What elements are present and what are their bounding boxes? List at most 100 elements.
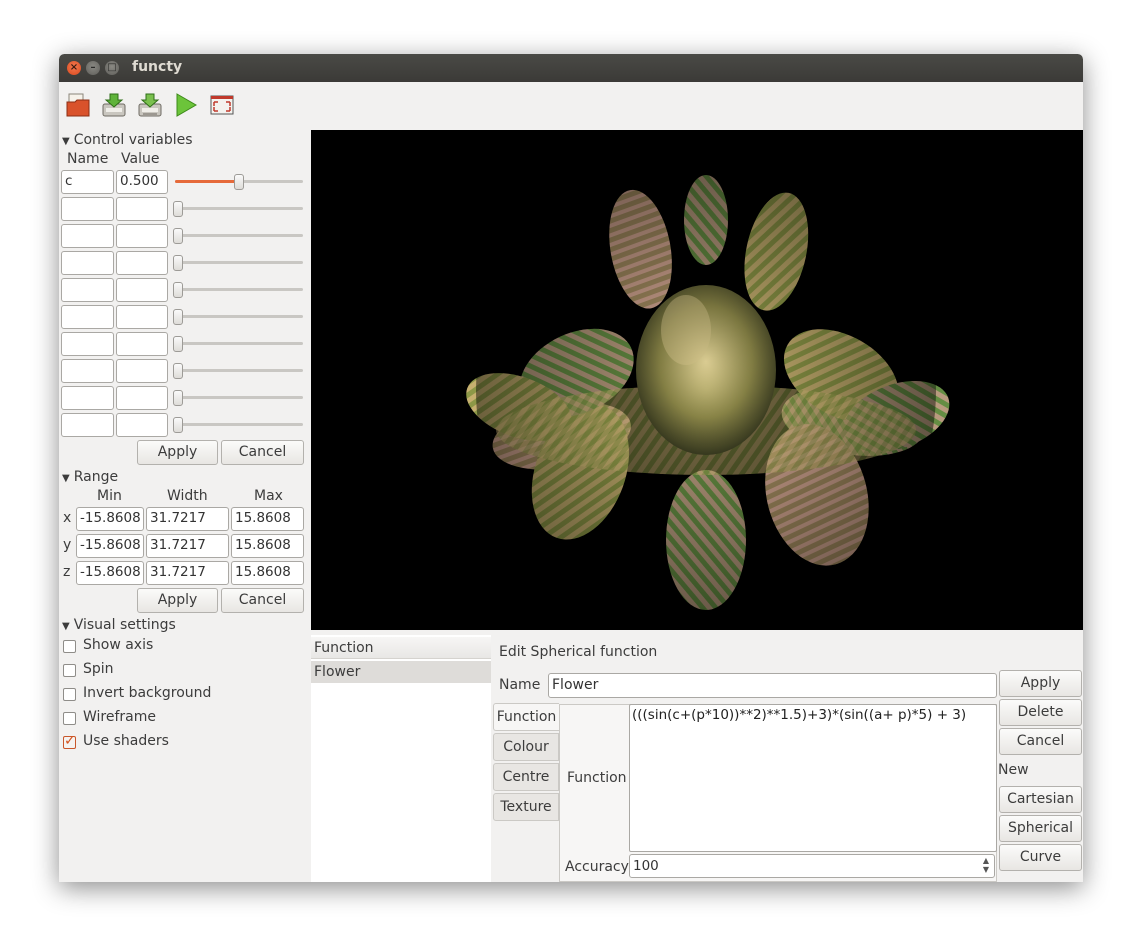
new-curve-button[interactable]: Curve xyxy=(999,844,1082,871)
function-list-header[interactable]: Function xyxy=(311,637,491,659)
visual-option-label[interactable]: Invert background xyxy=(83,685,211,701)
editor-delete-button[interactable]: Delete xyxy=(999,699,1082,726)
visual-option-checkbox[interactable] xyxy=(63,712,76,725)
slider-handle[interactable] xyxy=(173,336,183,352)
range-title: Range xyxy=(73,469,119,485)
visual-option-label[interactable]: Use shaders xyxy=(83,733,169,749)
variable-slider[interactable] xyxy=(171,309,303,325)
function-name-input[interactable]: Flower xyxy=(548,673,997,698)
render-viewport[interactable] xyxy=(311,130,1083,630)
slider-handle[interactable] xyxy=(234,174,244,190)
visual-settings-header[interactable]: ▼ Visual settings xyxy=(62,617,176,633)
range-max-header: Max xyxy=(254,488,283,504)
function-list-item-flower[interactable]: Flower xyxy=(311,661,491,683)
variable-value-input[interactable] xyxy=(116,305,168,329)
variable-value-input[interactable] xyxy=(116,332,168,356)
visual-option-checkbox[interactable] xyxy=(63,664,76,677)
function-expression-label: Function xyxy=(567,770,627,786)
range-cancel-button[interactable]: Cancel xyxy=(221,588,304,613)
variable-value-input[interactable] xyxy=(116,413,168,437)
accuracy-spin-arrows-icon[interactable]: ▲ ▼ xyxy=(979,856,993,876)
tab-colour[interactable]: Colour xyxy=(493,733,559,761)
variable-value-input[interactable] xyxy=(116,359,168,383)
variable-slider[interactable] xyxy=(171,390,303,406)
range-axis-label: z xyxy=(63,564,71,580)
slider-handle[interactable] xyxy=(173,417,183,433)
variable-name-input[interactable]: c xyxy=(61,170,114,194)
visual-option-label[interactable]: Show axis xyxy=(83,637,153,653)
variable-name-input[interactable] xyxy=(61,359,114,383)
variable-value-input[interactable] xyxy=(116,224,168,248)
accuracy-spinbox[interactable]: 100 xyxy=(629,854,995,878)
variable-value-input[interactable] xyxy=(116,197,168,221)
slider-handle[interactable] xyxy=(173,309,183,325)
minimize-window-button[interactable]: – xyxy=(86,61,100,75)
open-file-icon[interactable] xyxy=(65,92,91,118)
variable-name-input[interactable] xyxy=(61,278,114,302)
variable-slider[interactable] xyxy=(171,282,303,298)
variable-slider[interactable] xyxy=(171,336,303,352)
control-cancel-button[interactable]: Cancel xyxy=(221,440,304,465)
range-min-input[interactable]: -15.8608 xyxy=(76,561,144,585)
slider-handle[interactable] xyxy=(173,201,183,217)
editor-cancel-button[interactable]: Cancel xyxy=(999,728,1082,755)
close-window-button[interactable]: × xyxy=(67,61,81,75)
variable-slider[interactable] xyxy=(171,201,303,217)
editor-apply-button[interactable]: Apply xyxy=(999,670,1082,697)
slider-handle[interactable] xyxy=(173,255,183,271)
new-cartesian-button[interactable]: Cartesian xyxy=(999,786,1082,813)
range-max-input[interactable]: 15.8608 xyxy=(231,534,304,558)
save-icon[interactable] xyxy=(101,92,127,118)
range-width-input[interactable]: 31.7217 xyxy=(146,561,229,585)
visual-option-checkbox[interactable] xyxy=(63,640,76,653)
visual-option-checkbox[interactable] xyxy=(63,688,76,701)
range-header[interactable]: ▼ Range xyxy=(62,469,118,485)
variable-slider[interactable] xyxy=(171,363,303,379)
slider-handle[interactable] xyxy=(173,228,183,244)
slider-handle[interactable] xyxy=(173,390,183,406)
range-min-input[interactable]: -15.8608 xyxy=(76,507,144,531)
visual-settings-title: Visual settings xyxy=(73,617,176,633)
new-spherical-button[interactable]: Spherical xyxy=(999,815,1082,842)
variable-slider[interactable] xyxy=(171,417,303,433)
variable-value-input[interactable]: 0.500 xyxy=(116,170,168,194)
range-width-input[interactable]: 31.7217 xyxy=(146,507,229,531)
range-width-input[interactable]: 31.7217 xyxy=(146,534,229,558)
save-as-icon[interactable] xyxy=(137,92,163,118)
variable-value-input[interactable] xyxy=(116,386,168,410)
fullscreen-icon[interactable] xyxy=(209,92,235,118)
range-max-input[interactable]: 15.8608 xyxy=(231,507,304,531)
range-max-input[interactable]: 15.8608 xyxy=(231,561,304,585)
variable-name-input[interactable] xyxy=(61,332,114,356)
tab-texture[interactable]: Texture xyxy=(493,793,559,821)
variable-name-input[interactable] xyxy=(61,224,114,248)
control-apply-button[interactable]: Apply xyxy=(137,440,218,465)
variable-name-input[interactable] xyxy=(61,413,114,437)
tab-centre[interactable]: Centre xyxy=(493,763,559,791)
range-apply-button[interactable]: Apply xyxy=(137,588,218,613)
variable-value-input[interactable] xyxy=(116,251,168,275)
function-expression-input[interactable]: (((sin(c+(p*10))**2)**1.5)+3)*(sin((a+ p… xyxy=(629,704,997,852)
variable-name-input[interactable] xyxy=(61,197,114,221)
range-min-input[interactable]: -15.8608 xyxy=(76,534,144,558)
variable-name-input[interactable] xyxy=(61,386,114,410)
window-title: functy xyxy=(132,59,183,75)
range-min-header: Min xyxy=(97,488,122,504)
variable-slider[interactable] xyxy=(171,174,303,190)
visual-option-label[interactable]: Wireframe xyxy=(83,709,156,725)
play-icon[interactable] xyxy=(173,92,199,118)
slider-handle[interactable] xyxy=(173,282,183,298)
visual-option-checkbox[interactable] xyxy=(63,733,76,749)
slider-handle[interactable] xyxy=(173,363,183,379)
variable-slider[interactable] xyxy=(171,255,303,271)
title-bar: × – □ functy xyxy=(59,54,1083,82)
range-axis-label: x xyxy=(63,510,72,526)
tab-function[interactable]: Function xyxy=(493,703,559,731)
visual-option-label[interactable]: Spin xyxy=(83,661,114,677)
variable-name-input[interactable] xyxy=(61,251,114,275)
variable-slider[interactable] xyxy=(171,228,303,244)
maximize-window-button[interactable]: □ xyxy=(105,61,119,75)
control-variables-header[interactable]: ▼ Control variables xyxy=(62,132,193,148)
variable-value-input[interactable] xyxy=(116,278,168,302)
variable-name-input[interactable] xyxy=(61,305,114,329)
